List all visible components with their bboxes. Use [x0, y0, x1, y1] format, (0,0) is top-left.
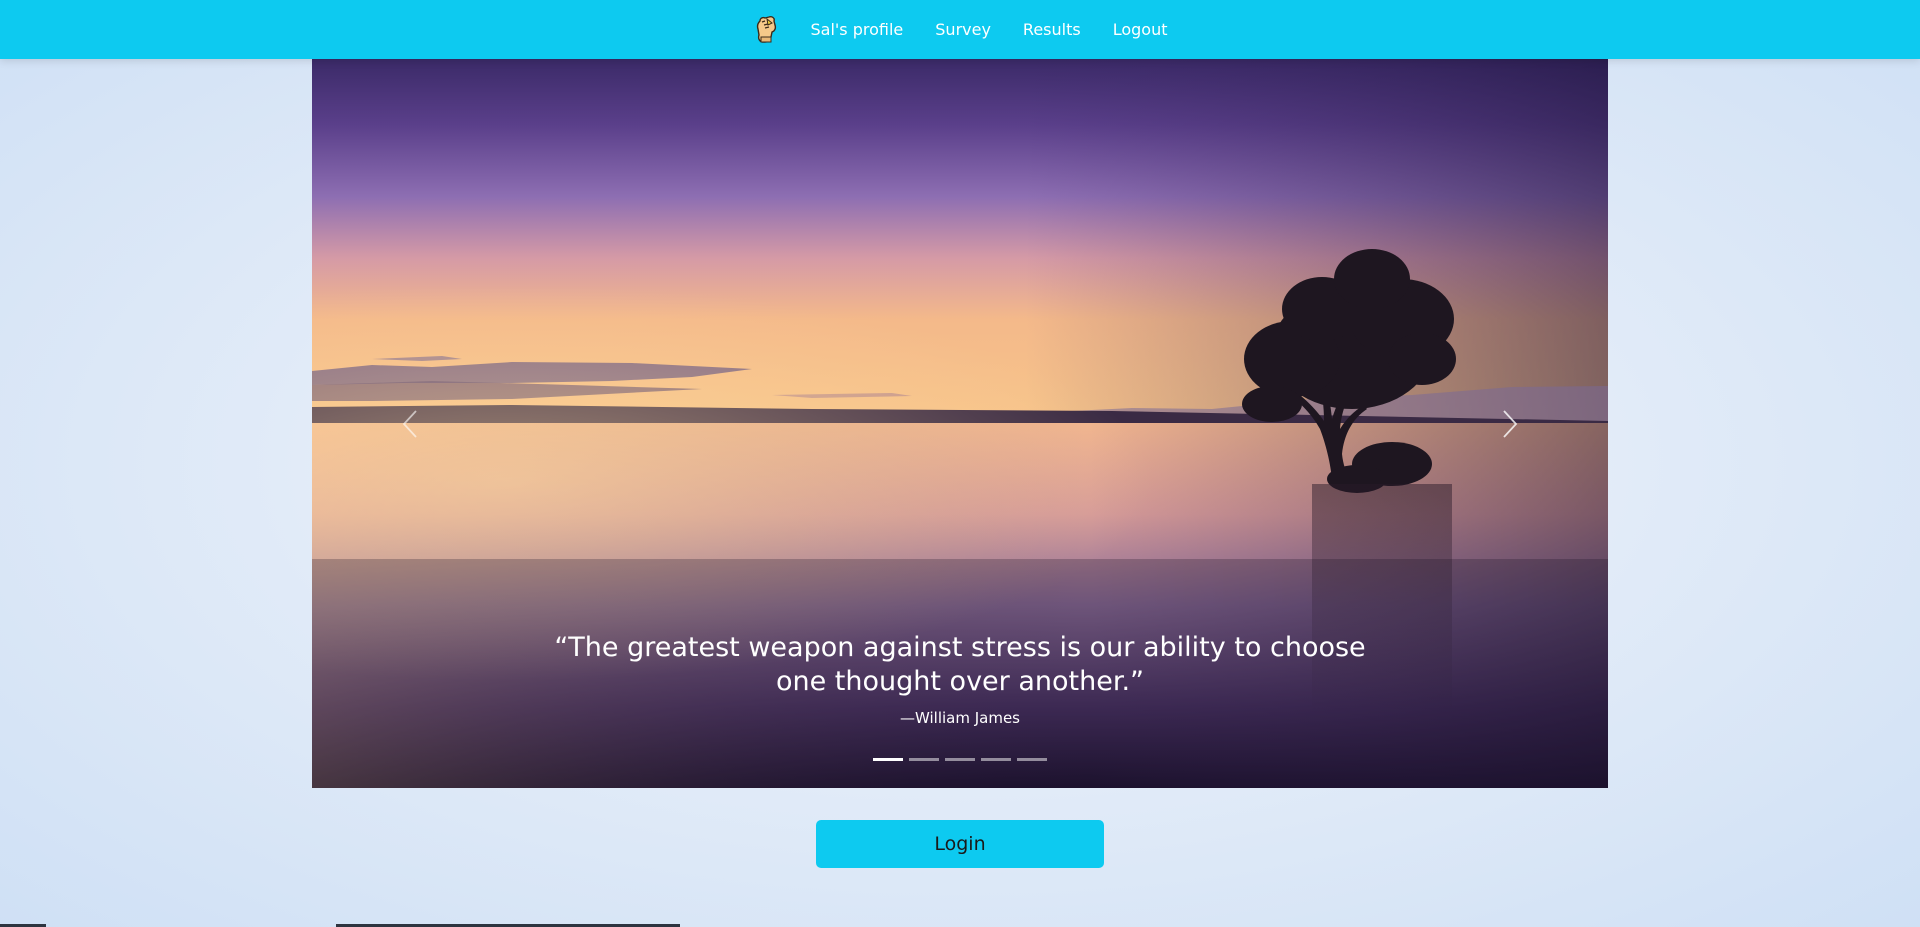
navbar: Sal's profile Survey Results Logout — [0, 0, 1920, 59]
nav-link-results[interactable]: Results — [1023, 20, 1081, 39]
carousel-caption: “The greatest weapon against stress is o… — [472, 631, 1448, 727]
login-button[interactable]: Login — [816, 820, 1104, 868]
carousel-indicator-2[interactable] — [909, 758, 939, 761]
carousel-indicator-4[interactable] — [981, 758, 1011, 761]
nav-link-profile[interactable]: Sal's profile — [811, 20, 904, 39]
carousel-indicators — [312, 758, 1608, 761]
chevron-right-icon — [1503, 410, 1518, 438]
carousel-indicator-5[interactable] — [1017, 758, 1047, 761]
carousel-next-button[interactable] — [1480, 389, 1540, 459]
quote-author: —William James — [899, 709, 1020, 727]
hand-fist-icon[interactable] — [753, 15, 779, 45]
chevron-left-icon — [402, 410, 417, 438]
nav-links: Sal's profile Survey Results Logout — [753, 15, 1168, 45]
nav-link-survey[interactable]: Survey — [935, 20, 991, 39]
carousel-prev-button[interactable] — [380, 389, 440, 459]
nav-link-logout[interactable]: Logout — [1113, 20, 1168, 39]
carousel-indicator-3[interactable] — [945, 758, 975, 761]
quote-text: “The greatest weapon against stress is o… — [554, 632, 1366, 697]
quote-carousel: “The greatest weapon against stress is o… — [312, 59, 1608, 788]
carousel-indicator-1[interactable] — [873, 758, 903, 761]
